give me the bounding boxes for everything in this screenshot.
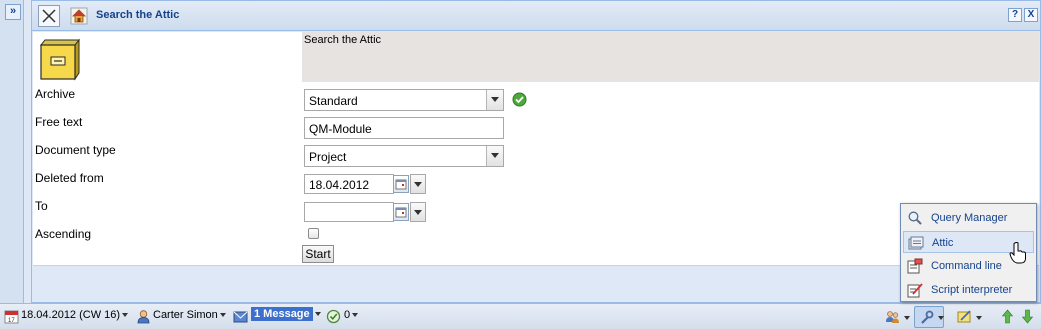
task-count: 0 <box>344 309 351 321</box>
calendar-icon: 17 <box>4 310 19 324</box>
menu-item-query-manager[interactable]: Query Manager <box>903 207 1034 229</box>
caret-down-icon <box>938 316 944 320</box>
ascending-checkbox[interactable] <box>308 228 319 239</box>
document-type-value: Project <box>309 150 347 164</box>
user-name: Carter Simon <box>153 309 218 321</box>
free-text-label: Free text <box>35 115 83 129</box>
start-button[interactable]: Start <box>302 245 334 263</box>
date-dropdown-button[interactable] <box>410 174 426 194</box>
message-count: 1 Message <box>251 307 313 321</box>
attic-icon <box>908 236 924 250</box>
menu-item-script-interpreter[interactable]: Script interpreter <box>903 279 1034 301</box>
close-icon <box>42 9 56 23</box>
caret-down-icon[interactable] <box>976 316 982 320</box>
svg-text:17: 17 <box>8 318 15 324</box>
left-collapsed-panel: » <box>0 0 24 303</box>
messages-menu[interactable]: 1 Message <box>251 307 321 321</box>
window-header: Search the Attic ? X <box>32 1 1040 31</box>
chevron-down-icon[interactable] <box>486 146 503 166</box>
date-menu[interactable]: 18.04.2012 (CW 16) <box>21 309 129 321</box>
hand-cursor-icon <box>1009 242 1026 264</box>
document-type-select[interactable]: Project <box>304 145 504 167</box>
form-header: Search the Attic <box>302 32 1039 82</box>
caret-down-icon <box>219 313 226 318</box>
deleted-from-input[interactable]: 18.04.2012 <box>304 174 394 194</box>
check-ok-icon <box>512 92 527 107</box>
arrow-up-icon[interactable] <box>1000 309 1015 324</box>
menu-item-label: Attic <box>932 237 954 249</box>
chevron-down-icon[interactable] <box>486 90 503 110</box>
close-tab-button[interactable] <box>38 5 60 27</box>
wrench-icon <box>921 310 934 324</box>
close-window-button[interactable]: X <box>1024 8 1038 22</box>
current-date: 18.04.2012 (CW 16) <box>21 309 121 321</box>
help-button[interactable]: ? <box>1008 8 1022 22</box>
menu-item-label: Command line <box>931 260 1002 272</box>
window-title: Search the Attic <box>96 9 180 21</box>
tools-menu-button[interactable] <box>914 306 944 328</box>
message-icon <box>233 311 248 323</box>
arrow-down-icon[interactable] <box>1020 309 1035 324</box>
magnifier-icon <box>908 211 922 225</box>
archive-select[interactable]: Standard <box>304 89 504 111</box>
ascending-label: Ascending <box>35 227 92 241</box>
deleted-from-label: Deleted from <box>35 171 104 185</box>
menu-item-label: Script interpreter <box>931 284 1013 296</box>
to-date-input[interactable] <box>304 202 394 222</box>
date-dropdown-button[interactable] <box>410 202 426 222</box>
menu-item-label: Query Manager <box>931 212 1008 224</box>
caret-down-icon <box>122 313 129 318</box>
tasks-menu[interactable]: 0 <box>344 309 359 321</box>
home-icon[interactable] <box>70 7 88 25</box>
user-menu[interactable]: Carter Simon <box>153 309 226 321</box>
archive-label: Archive <box>35 87 76 101</box>
script-icon <box>907 283 923 298</box>
caret-down-icon <box>314 312 321 317</box>
tasks-check-icon <box>326 309 341 324</box>
attic-search-window: Search the Attic ? X Search the Attic Ar… <box>31 0 1041 303</box>
caret-down-icon <box>352 313 359 318</box>
archive-value: Standard <box>309 94 358 108</box>
calendar-icon[interactable] <box>393 203 409 221</box>
document-type-label: Document type <box>35 143 116 157</box>
command-line-icon <box>907 258 923 274</box>
attic-box-icon <box>37 37 81 81</box>
free-text-input[interactable]: QM-Module <box>304 117 504 139</box>
user-icon <box>137 310 150 324</box>
notes-icon[interactable] <box>957 309 972 324</box>
caret-down-icon[interactable] <box>904 316 910 320</box>
status-bar: 17 18.04.2012 (CW 16) Carter Simon 1 Mes… <box>0 303 1041 329</box>
users-group-icon[interactable] <box>885 309 900 324</box>
expand-panel-button[interactable]: » <box>5 4 21 20</box>
calendar-icon[interactable] <box>393 175 409 193</box>
to-label: To <box>35 199 48 213</box>
search-form: Search the Attic Archive Standard Free t… <box>33 32 1039 266</box>
